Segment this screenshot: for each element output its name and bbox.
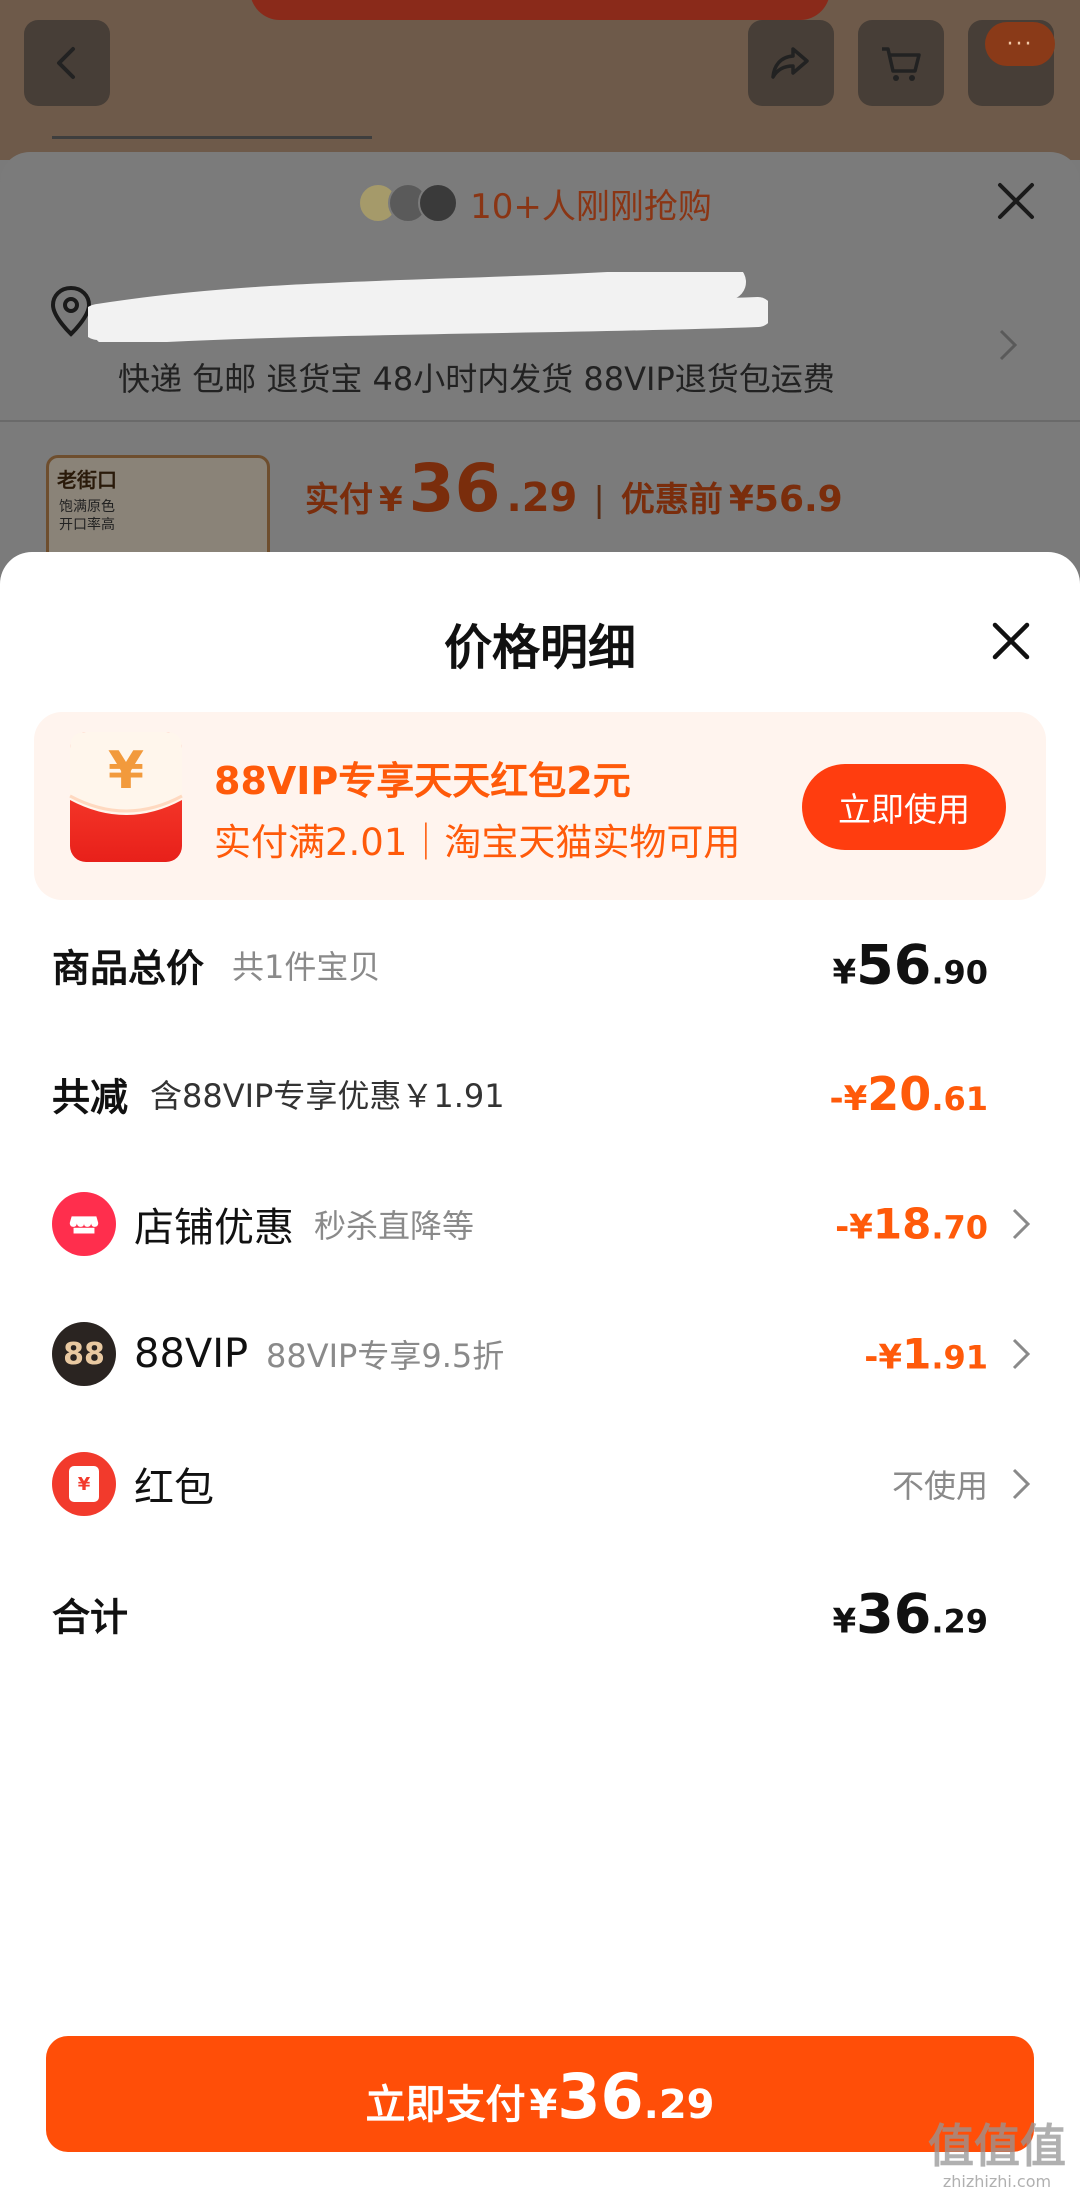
goods-count-hint: 共1件宝贝 [232,948,381,986]
close-icon[interactable] [990,620,1032,662]
product-thumb-caption: 饱满原色 开口率高 [59,499,115,533]
amount-int: 56 [856,933,932,997]
amount-int: 20 [867,1067,932,1121]
pay-amount-dec: .29 [643,2082,715,2128]
more-badge[interactable]: ··· [985,22,1055,66]
vip-red-packet-promo: ¥ 88VIP专享天天红包2元 实付满2.01｜淘宝天猫实物可用 立即使用 [34,712,1046,900]
amount-dec: .91 [931,1338,988,1377]
product-price-summary: 实付 ¥ 36.29 | 优惠前 ¥56.9 [305,450,843,527]
currency-symbol: ¥ [529,2082,558,2128]
paid-price-dec: .29 [506,475,578,521]
red-packet-glyph: ¥ [69,1466,99,1502]
goods-total-label: 商品总价 [52,946,205,991]
paid-label: 实付 [305,480,373,520]
vip-discount-hint: 含88VIP专享优惠￥1.91 [150,1077,505,1115]
red-packet-value: 不使用 [891,1467,988,1505]
site-watermark: 值值值 zhizhizhi.com [928,2110,1066,2191]
store-discount-label: 店铺优惠 [134,1205,294,1251]
red-packet-icon: ¥ [69,732,183,862]
discount-total-row: 共减 含88VIP专享优惠￥1.91 -¥ 20.61 [0,1054,1080,1134]
paid-price-int: 36 [408,450,501,527]
currency-symbol: ¥ [379,480,403,520]
recent-buyers-text: 10+人刚刚抢购 [470,186,712,227]
grand-total-label: 合计 [52,1595,129,1640]
top-banner [250,0,830,20]
goods-total-amount: ¥56.90 [832,934,988,997]
back-button[interactable] [24,20,110,106]
currency-symbol: -¥ [829,1079,868,1119]
svg-text:¥: ¥ [108,741,144,801]
store-discount-amount: -¥ 18.70 [835,1200,988,1249]
currency-symbol: ¥ [832,1601,857,1642]
price-detail-sheet: 价格明细 ¥ 88VIP专享天天红包2元 实付满2.01｜淘宝天猫实物可用 立即… [0,552,1080,2197]
discount-total-amount: -¥ 20.61 [830,1067,988,1121]
chevron-right-icon[interactable] [1010,1336,1032,1372]
share-icon [771,47,809,79]
amount-dec: .70 [931,1208,988,1247]
divider [0,420,1080,422]
vip-label: 88VIP [134,1331,249,1377]
avatar [418,183,459,223]
redacted-address-scribble [88,272,768,342]
currency-symbol: ¥ [832,952,857,993]
amount-int: 36 [856,1582,932,1646]
red-packet-label: 红包 [134,1465,214,1511]
88vip-icon: 88 [52,1322,116,1386]
watermark-main: 值值值 [928,2119,1066,2173]
share-button[interactable] [748,20,834,106]
currency-symbol: -¥ [864,1337,903,1378]
use-now-button[interactable]: 立即使用 [802,764,1006,850]
vip-discount-amount: -¥ 1.91 [864,1330,988,1379]
delivery-info: 快递 包邮 退货宝 48小时内发货 88VIP退货包运费 [118,360,835,398]
chevron-right-icon[interactable] [1010,1206,1032,1242]
product-thumbnail[interactable]: 老街口 饱满原色 开口率高 [46,455,270,565]
grand-total-row: 合计 ¥36.29 [0,1574,1080,1654]
vip-discount-row[interactable]: 88 88VIP 88VIP专享9.5折 -¥ 1.91 [0,1314,1080,1394]
amount-dec: .29 [931,1602,988,1641]
close-icon[interactable] [990,175,1042,227]
cart-button[interactable] [858,20,944,106]
amount-dec: .61 [931,1080,988,1118]
chevron-right-icon[interactable] [1010,1466,1032,1502]
promo-title: 88VIP专享天天红包2元 [214,759,631,803]
promo-subtitle: 实付满2.01｜淘宝天猫实物可用 [214,821,741,864]
store-icon [52,1192,116,1256]
shop-awning-icon [69,1216,99,1234]
sheet-title: 价格明细 [443,620,636,676]
separator: | [593,480,605,520]
orig-price: ¥56.9 [728,479,843,520]
discount-total-label: 共减 [52,1075,129,1120]
pay-now-button[interactable]: 立即支付 ¥ 36.29 [46,2036,1034,2152]
pay-now-label: 立即支付 [365,2082,526,2128]
cart-icon [882,47,921,81]
currency-symbol: -¥ [835,1207,873,1248]
chevron-left-icon [57,47,75,79]
product-brand: 老街口 [57,468,117,492]
vip-hint: 88VIP专享9.5折 [266,1337,505,1375]
amount-int: 18 [872,1199,932,1249]
store-discount-hint: 秒杀直降等 [314,1207,475,1245]
goods-total-row: 商品总价 共1件宝贝 ¥56.90 [0,925,1080,1005]
amount-int: 1 [902,1329,932,1379]
red-packet-row[interactable]: ¥ 红包 不使用 [0,1444,1080,1524]
tab-underline [52,136,372,139]
grand-total-amount: ¥36.29 [832,1583,988,1646]
pay-amount-int: 36 [557,2060,644,2133]
red-packet-icon: ¥ [52,1452,116,1516]
amount-dec: .90 [931,953,988,992]
recent-buyers: 10+人刚刚抢购 [0,175,1080,231]
orig-label: 优惠前 [620,480,723,520]
store-discount-row[interactable]: 店铺优惠 秒杀直降等 -¥ 18.70 [0,1184,1080,1264]
watermark-sub: zhizhizhi.com [942,2172,1052,2191]
chevron-right-icon[interactable] [995,325,1021,365]
buyer-avatars [358,183,459,223]
